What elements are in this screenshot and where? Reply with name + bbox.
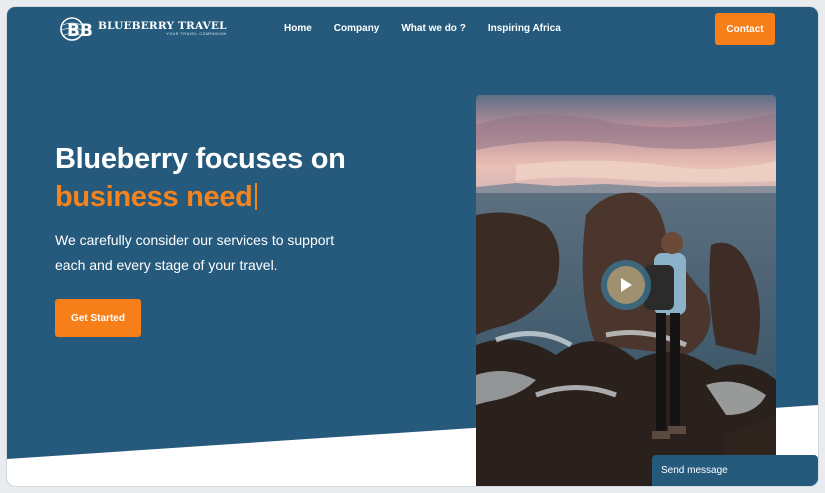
browser-viewport: BB BLUEBERRY TRAVEL YOUR TRAVEL COMPANIO… — [7, 7, 818, 486]
hero-video-thumbnail[interactable] — [476, 95, 776, 486]
top-navigation: BB BLUEBERRY TRAVEL YOUR TRAVEL COMPANIO… — [7, 7, 818, 51]
send-message-chat-tab[interactable]: Send message — [652, 455, 818, 486]
play-video-button[interactable] — [601, 260, 651, 310]
brand-logo[interactable]: BB BLUEBERRY TRAVEL YOUR TRAVEL COMPANIO… — [59, 15, 227, 43]
play-icon — [621, 278, 632, 292]
globe-monogram-icon: BB — [59, 16, 95, 42]
logo-monogram: BB — [67, 21, 93, 41]
nav-item-what-we-do[interactable]: What we do ? — [401, 23, 465, 34]
nav-item-home[interactable]: Home — [284, 23, 312, 34]
main-menu: Home Company What we do ? Inspiring Afri… — [284, 23, 583, 34]
headline-line-2: business need — [55, 181, 253, 213]
contact-button[interactable]: Contact — [715, 13, 775, 45]
headline-line-1: Blueberry focuses on — [55, 143, 346, 175]
typing-caret — [254, 183, 257, 210]
hero-description: We carefully consider our services to su… — [55, 232, 335, 273]
nav-item-company[interactable]: Company — [334, 23, 380, 34]
hero-headline: Blueberry focuses on business need — [55, 140, 395, 216]
brand-name: BLUEBERRY TRAVEL — [98, 19, 227, 32]
get-started-button[interactable]: Get Started — [55, 299, 141, 337]
brand-tagline: YOUR TRAVEL COMPANION — [166, 32, 227, 37]
nav-item-inspiring-africa[interactable]: Inspiring Africa — [488, 23, 561, 34]
